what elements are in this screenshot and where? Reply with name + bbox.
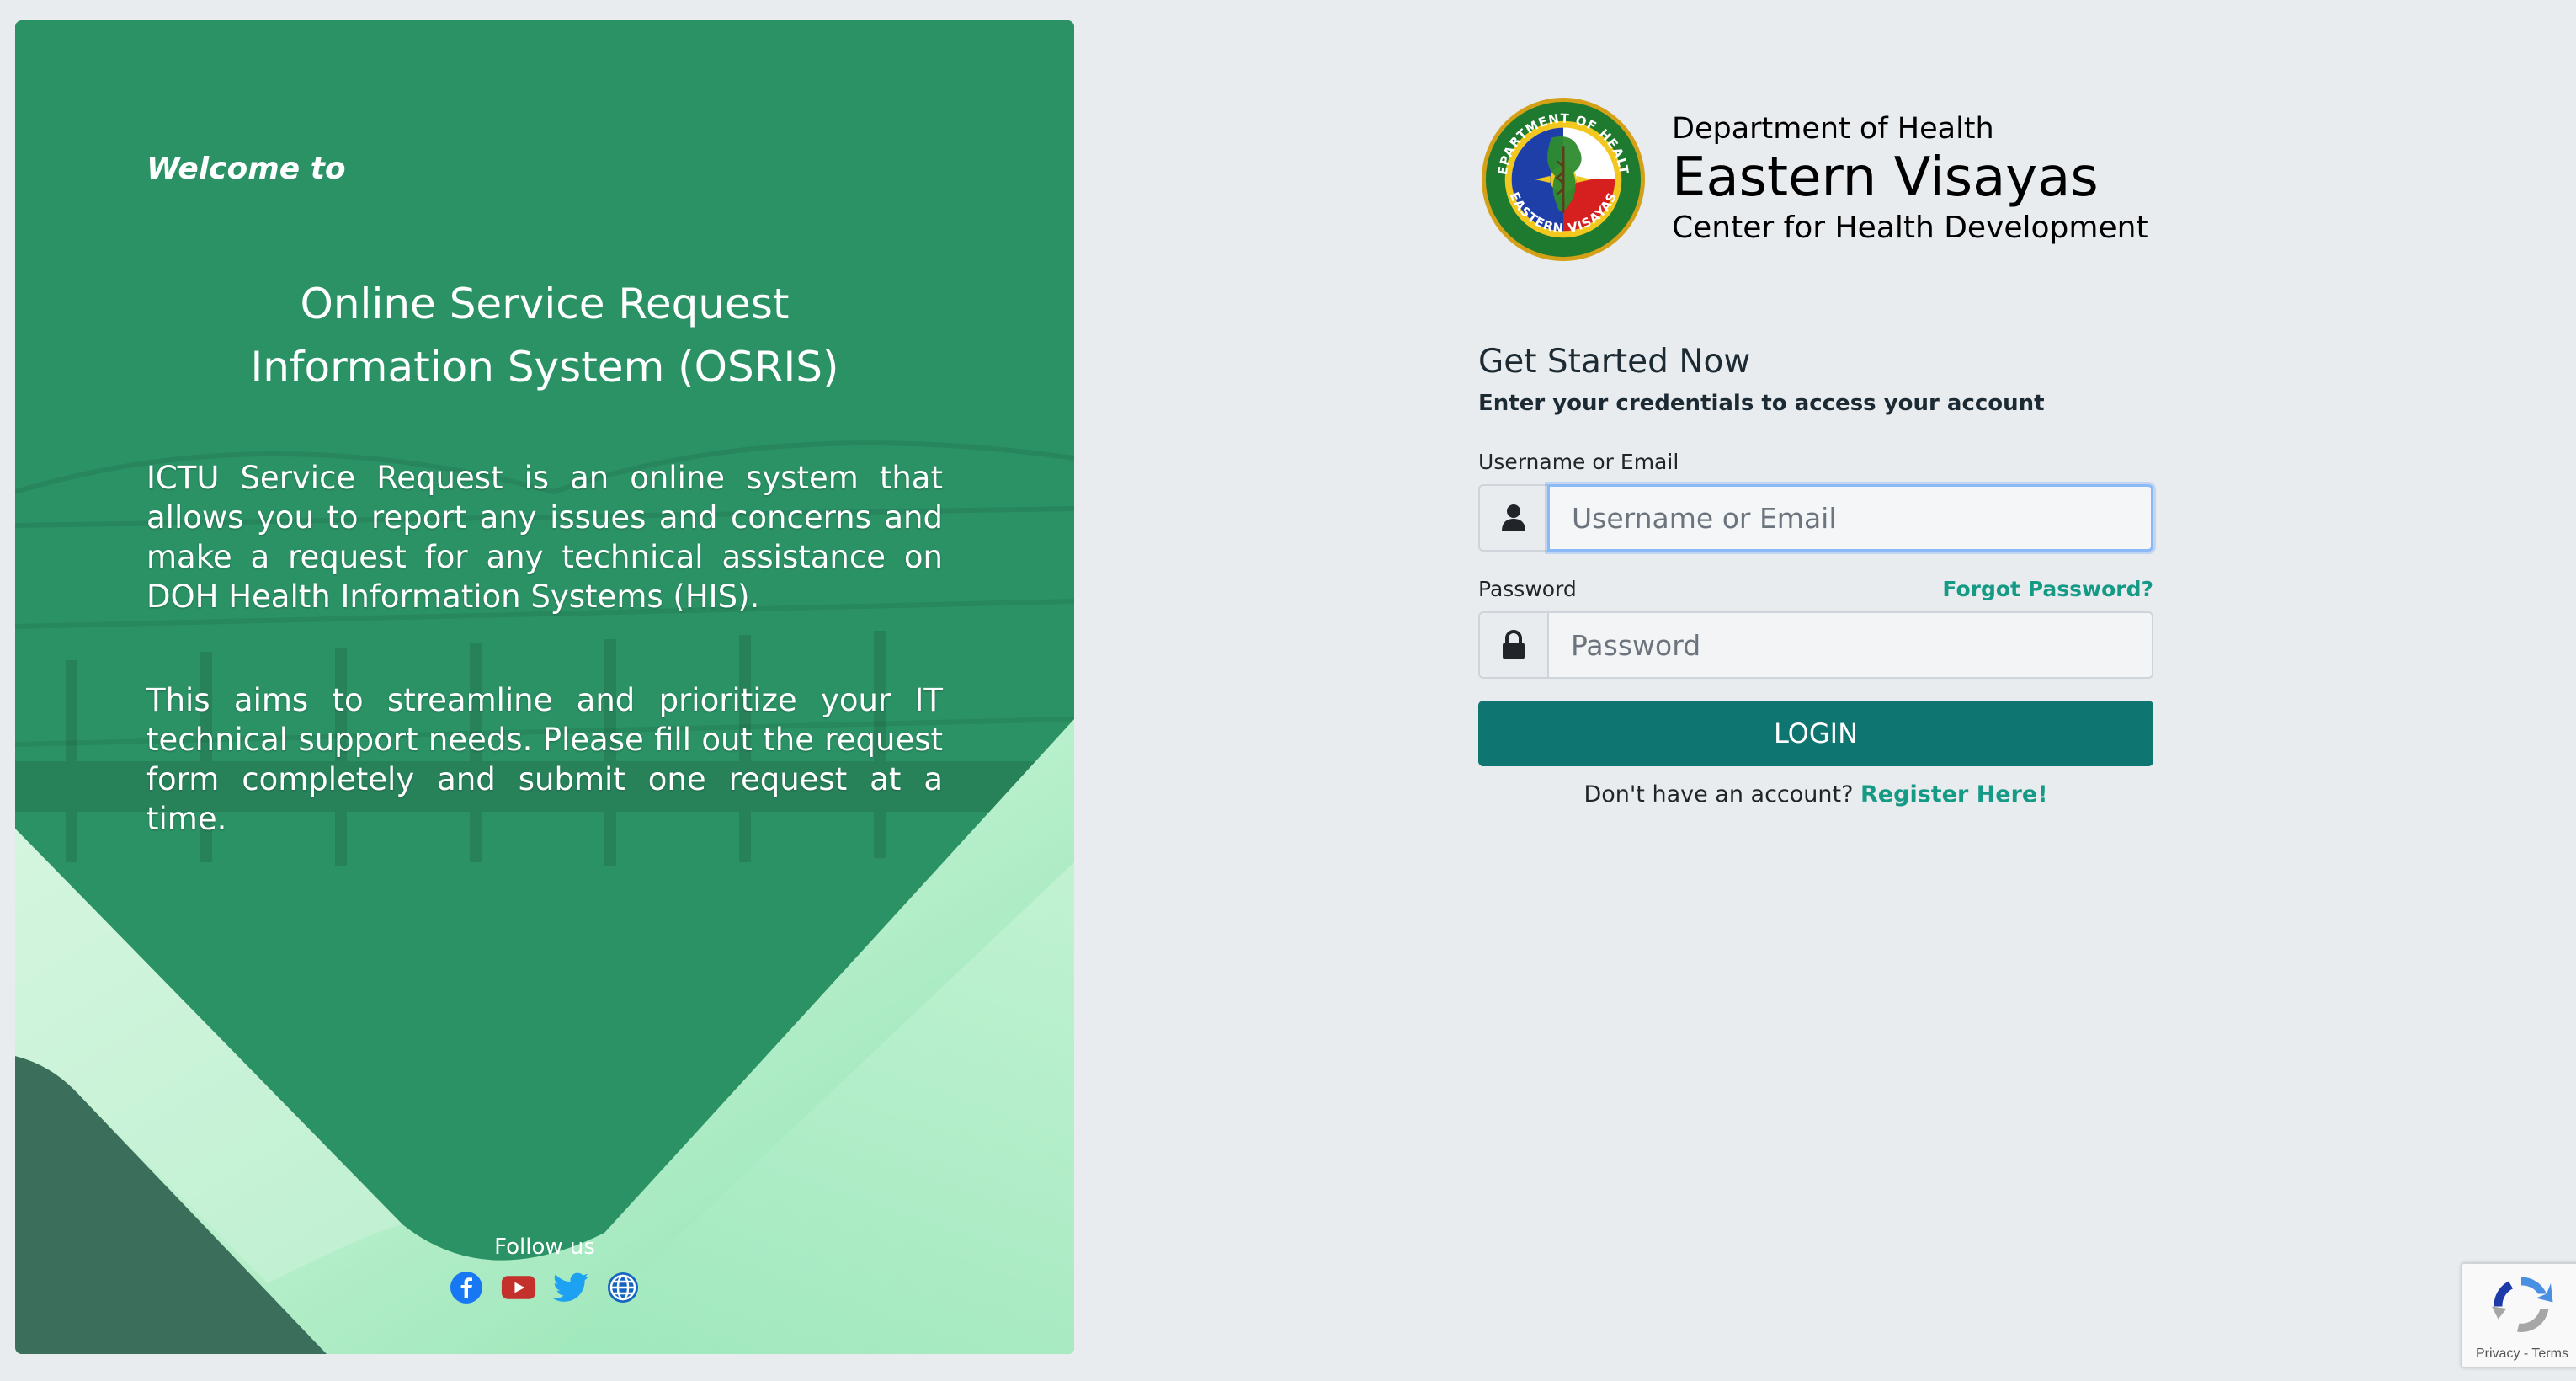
welcome-panel: Welcome to Online Service Request Inform… <box>15 20 1074 1354</box>
facebook-icon[interactable] <box>449 1270 484 1305</box>
organization-name: Department of Health Eastern Visayas Cen… <box>1672 110 2148 248</box>
system-description: ICTU Service Request is an online system… <box>146 460 943 615</box>
social-links <box>15 1270 1074 1305</box>
login-form: Get Started Now Enter your credentials t… <box>1478 340 2153 808</box>
follow-us-label: Follow us <box>494 1234 595 1260</box>
org-name-line1: Department of Health <box>1672 112 1994 146</box>
organization-header: DEPARTMENT OF HEALTH EASTERN VISAYAS Dep… <box>1480 96 2148 263</box>
twitter-icon[interactable] <box>553 1270 588 1305</box>
form-subtitle: Enter your credentials to access your ac… <box>1478 391 2045 416</box>
forgot-password-link[interactable]: Forgot Password? <box>1942 577 2153 601</box>
password-label: Password <box>1478 577 1577 601</box>
welcome-text: Welcome to <box>146 152 346 186</box>
password-label-row: Password Forgot Password? <box>1478 577 2153 601</box>
username-input[interactable] <box>1547 484 2153 552</box>
password-input[interactable] <box>1547 611 2153 679</box>
system-title-line1: Online Service Request <box>300 280 790 328</box>
youtube-icon[interactable] <box>501 1270 536 1305</box>
lock-icon <box>1478 611 1547 679</box>
doh-seal-logo: DEPARTMENT OF HEALTH EASTERN VISAYAS <box>1480 96 1646 262</box>
username-label: Username or Email <box>1478 450 1679 474</box>
register-link[interactable]: Register Here! <box>1860 781 2048 808</box>
login-page: Welcome to Online Service Request Inform… <box>0 0 2576 1381</box>
system-aim-description: This aims to streamline and prioritize y… <box>146 682 943 837</box>
login-button[interactable]: LOGIN <box>1478 701 2153 766</box>
recaptcha-privacy-terms[interactable]: Privacy - Terms <box>2462 1346 2576 1362</box>
globe-icon[interactable] <box>605 1270 641 1305</box>
system-title: Online Service Request Information Syste… <box>146 273 943 399</box>
recaptcha-badge[interactable]: Privacy - Terms <box>2462 1263 2576 1368</box>
recaptcha-icon <box>2492 1277 2553 1332</box>
register-prompt: Don't have an account? Register Here! <box>1478 781 2153 808</box>
form-heading: Get Started Now <box>1478 343 1751 381</box>
no-account-text: Don't have an account? <box>1583 781 1854 808</box>
org-name-line2: Eastern Visayas <box>1672 147 2099 209</box>
org-name-line3: Center for Health Development <box>1672 211 2148 245</box>
password-input-group <box>1478 611 2153 679</box>
system-title-line2: Information System (OSRIS) <box>250 343 839 392</box>
username-input-group <box>1478 484 2153 552</box>
user-icon <box>1478 484 1547 552</box>
